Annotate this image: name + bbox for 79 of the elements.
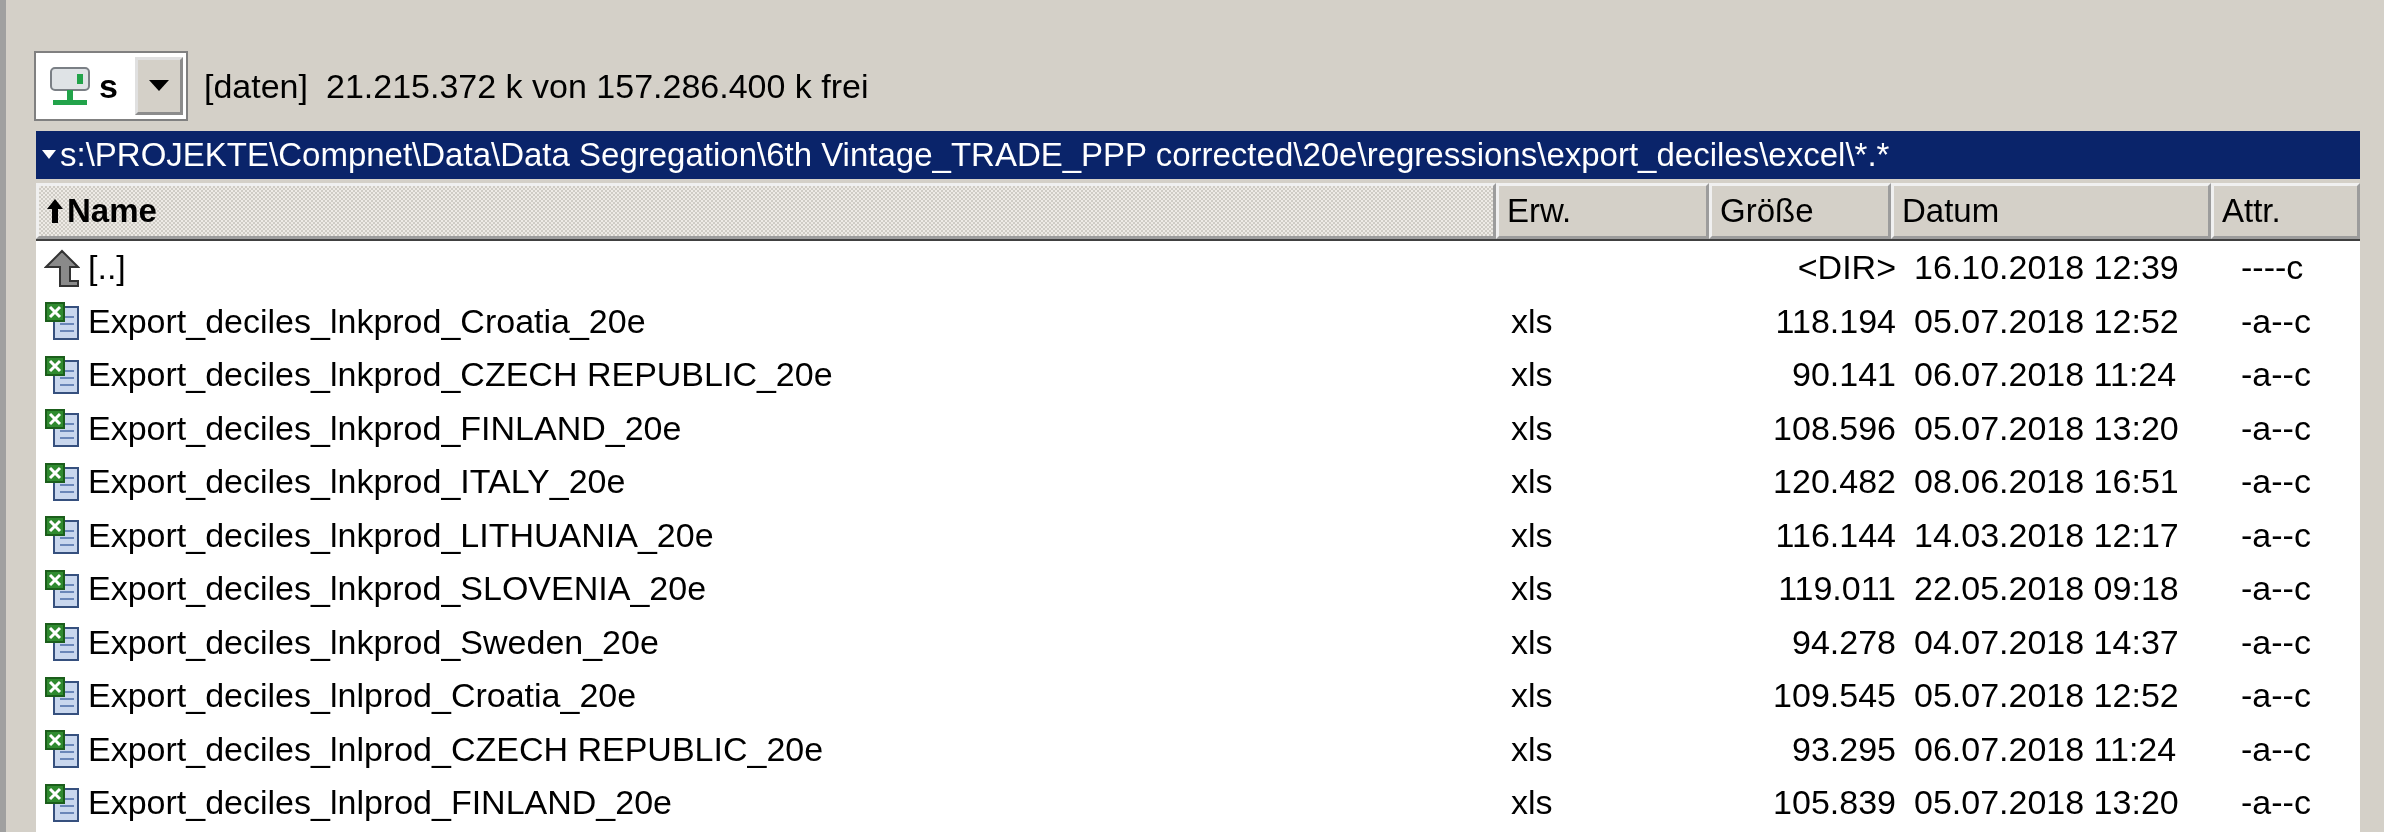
- file-extension: xls: [1511, 462, 1553, 501]
- file-attributes: -a--c: [2241, 782, 2312, 824]
- file-date: 08.06.2018 16:51: [1913, 461, 2180, 503]
- file-date: 05.07.2018 12:52: [1913, 675, 2180, 717]
- file-size: 120.482: [1772, 461, 1897, 503]
- file-attributes: -a--c: [2241, 407, 2312, 449]
- file-attributes: -a--c: [2241, 568, 2312, 610]
- file-size: 109.545: [1772, 675, 1897, 717]
- file-name[interactable]: Export_deciles_lnlprod_FINLAND_20e: [88, 777, 672, 829]
- column-header[interactable]: Datum: [1891, 183, 2211, 239]
- file-attributes: -a--c: [2241, 675, 2312, 717]
- file-date: 14.03.2018 12:17: [1913, 514, 2180, 556]
- file-name[interactable]: Export_deciles_lnkprod_LITHUANIA_20e: [88, 509, 714, 561]
- file-attributes: -a--c: [2241, 728, 2312, 770]
- file-date: 04.07.2018 14:37: [1913, 621, 2180, 663]
- file-extension: xls: [1511, 783, 1553, 822]
- file-size: 105.839: [1772, 782, 1897, 824]
- free-space-text: 21.215.372 k von 157.286.400 k frei: [326, 65, 869, 107]
- file-date: 05.07.2018 13:20: [1913, 407, 2180, 449]
- spreadsheet-file-icon: [44, 622, 80, 663]
- file-size: 94.278: [1791, 621, 1897, 663]
- drive-label: [daten]: [204, 65, 308, 107]
- file-size: 116.144: [1774, 514, 1897, 556]
- file-date: 05.07.2018 13:20: [1913, 782, 2180, 824]
- file-extension: xls: [1511, 355, 1553, 394]
- file-date: 06.07.2018 11:24: [1913, 354, 2178, 396]
- file-name[interactable]: Export_deciles_lnlprod_CZECH REPUBLIC_20e: [88, 723, 824, 775]
- file-name[interactable]: Export_deciles_lnkprod_SLOVENIA_20e: [88, 563, 707, 615]
- spreadsheet-file-icon: [44, 675, 80, 716]
- file-attributes: ----c: [2241, 247, 2305, 289]
- file-attributes: -a--c: [2241, 354, 2312, 396]
- file-name[interactable]: Export_deciles_lnkprod_CZECH REPUBLIC_20e: [88, 349, 833, 401]
- caret-icon: [42, 150, 56, 160]
- file-name[interactable]: [..]: [88, 242, 126, 294]
- file-name[interactable]: Export_deciles_lnkprod_Croatia_20e: [88, 295, 646, 347]
- file-size: 90.141: [1791, 354, 1897, 396]
- file-date: 06.07.2018 11:24: [1913, 728, 2178, 770]
- spreadsheet-file-icon: [44, 354, 80, 395]
- column-header[interactable]: Erw.: [1496, 183, 1709, 239]
- file-size: 108.596: [1772, 407, 1897, 449]
- file-name[interactable]: Export_deciles_lnlprod_Croatia_20e: [88, 670, 637, 722]
- network-drive-icon: [47, 64, 93, 108]
- file-size: <DIR>: [1796, 247, 1897, 289]
- up-arrow-icon: [44, 248, 80, 287]
- file-name[interactable]: Export_deciles_lnkprod_FINLAND_20e: [88, 402, 682, 454]
- file-date: 05.07.2018 12:52: [1913, 300, 2180, 342]
- dropdown-button[interactable]: [135, 57, 183, 115]
- file-attributes: -a--c: [2241, 621, 2312, 663]
- sort-arrow-icon: [47, 198, 63, 223]
- file-size: 118.194: [1774, 300, 1897, 342]
- file-extension: xls: [1511, 729, 1553, 768]
- file-extension: xls: [1511, 569, 1553, 608]
- file-size: 119.011: [1777, 568, 1897, 610]
- file-extension: xls: [1511, 408, 1553, 447]
- file-name[interactable]: Export_deciles_lnkprod_Sweden_20e: [88, 616, 659, 668]
- caret-icon: [149, 80, 169, 92]
- file-attributes: -a--c: [2241, 461, 2312, 503]
- column-header[interactable]: Attr.: [2211, 183, 2360, 239]
- file-attributes: -a--c: [2241, 514, 2312, 556]
- column-header[interactable]: Name: [36, 183, 1496, 239]
- file-date: 22.05.2018 09:18: [1913, 568, 2180, 610]
- spreadsheet-file-icon: [44, 408, 80, 449]
- drive-selector[interactable]: s: [36, 53, 186, 119]
- file-extension: xls: [1511, 676, 1553, 715]
- column-header[interactable]: Größe: [1709, 183, 1891, 239]
- spreadsheet-file-icon: [44, 301, 80, 342]
- file-extension: xls: [1511, 622, 1553, 661]
- file-extension: xls: [1511, 515, 1553, 554]
- spreadsheet-file-icon: [44, 568, 80, 609]
- file-size: 93.295: [1791, 728, 1897, 770]
- spreadsheet-file-icon: [44, 461, 80, 502]
- path-bar[interactable]: s:\PROJEKTE\Compnet\Data\Data Segregation\6th Vintage_TRADE_PPP corrected\20e\regressions\export_deciles\excel\*.*: [36, 131, 2360, 179]
- spreadsheet-file-icon: [44, 729, 80, 770]
- file-date: 16.10.2018 12:39: [1913, 247, 2180, 289]
- file-attributes: -a--c: [2241, 300, 2312, 342]
- spreadsheet-file-icon: [44, 515, 80, 556]
- spreadsheet-file-icon: [44, 782, 80, 823]
- file-name[interactable]: Export_deciles_lnkprod_ITALY_20e: [88, 456, 626, 508]
- file-extension: xls: [1511, 301, 1553, 340]
